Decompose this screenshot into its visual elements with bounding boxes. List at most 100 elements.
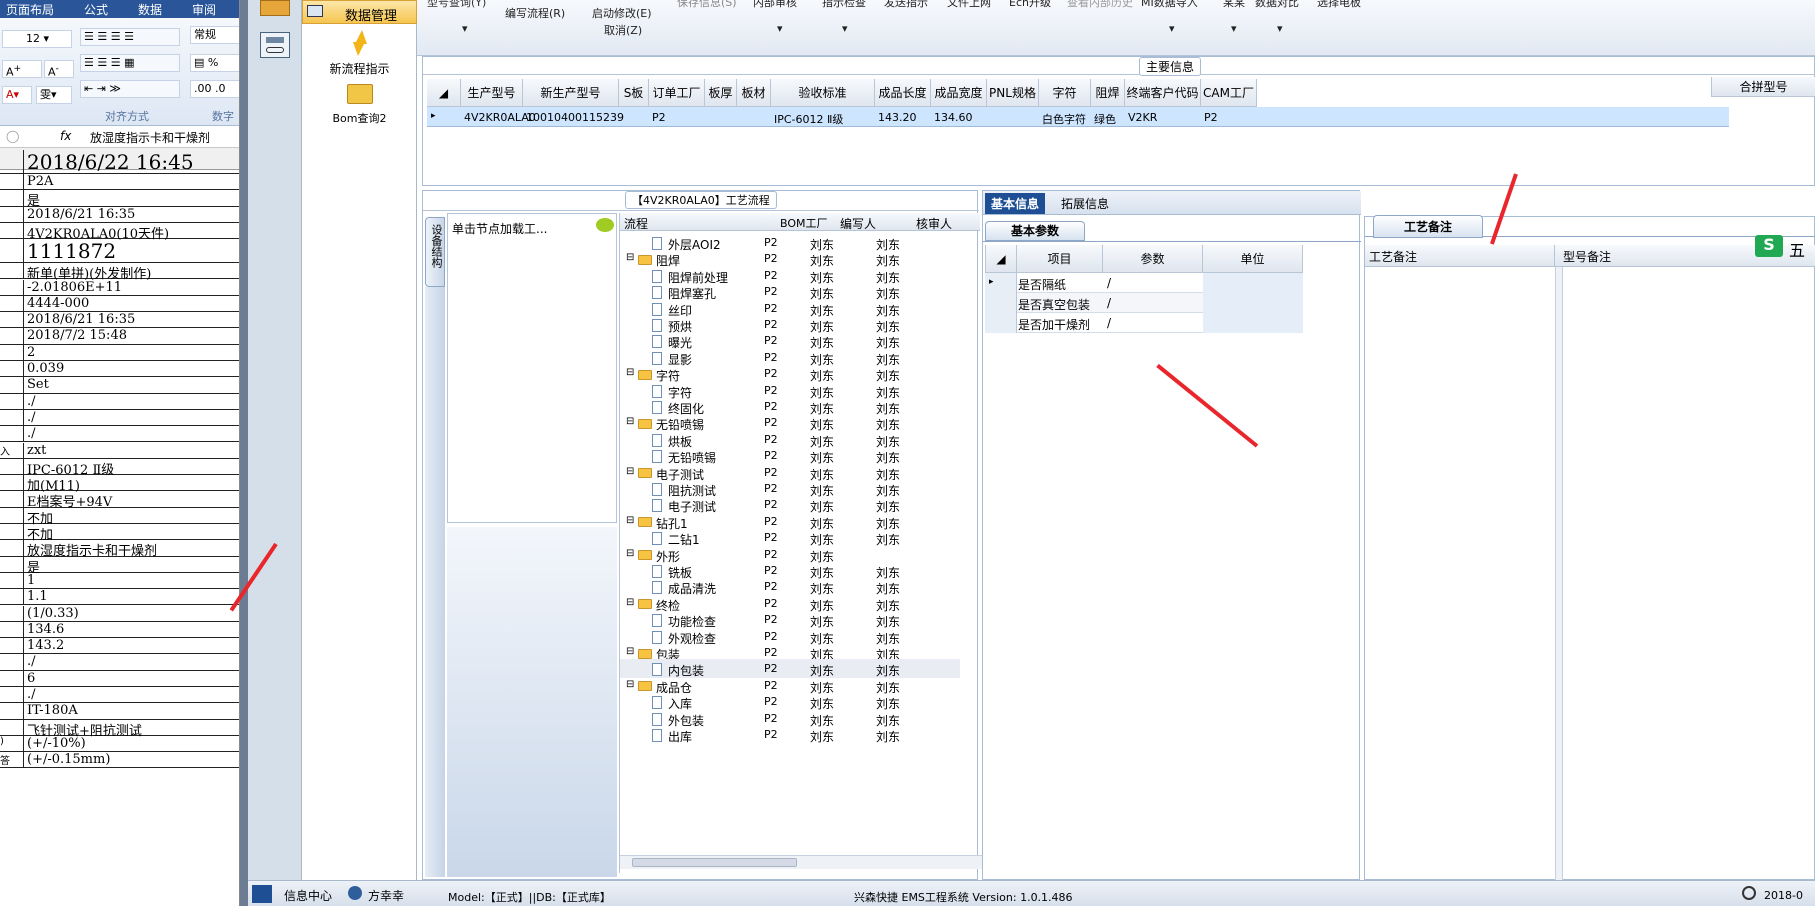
excel-row[interactable]: E档案号+94V <box>0 491 239 510</box>
tab-formula[interactable]: 公式 <box>84 1 108 18</box>
remark-scrollbar[interactable] <box>1555 267 1563 881</box>
excel-row[interactable]: 143.2 <box>0 638 239 655</box>
name-box-arrow[interactable]: ◯ <box>6 129 19 143</box>
excel-row[interactable]: 2018/6/22 16:45 <box>0 150 239 174</box>
tb-send[interactable]: 发送指示 <box>884 0 928 10</box>
device-icon[interactable] <box>260 32 290 58</box>
cell-value[interactable]: 134.6 <box>27 622 64 637</box>
excel-row[interactable]: (1/0.33) <box>0 605 239 622</box>
cell-value[interactable]: ./ <box>27 426 36 441</box>
table-cell[interactable]: IPC-6012 Ⅱ级 <box>774 111 843 127</box>
excel-row[interactable]: ./ <box>0 426 239 443</box>
cell-value[interactable]: 2 <box>27 345 35 360</box>
tab-review[interactable]: 审阅 <box>192 1 216 18</box>
excel-row[interactable]: 加(M11) <box>0 475 239 494</box>
nav-item-bom-query[interactable]: Bom查询2 <box>302 84 417 134</box>
tb-check[interactable]: 指示检查 <box>822 0 866 10</box>
tb-mi-import[interactable]: MI数据导入 <box>1141 0 1198 10</box>
excel-row[interactable]: 是 <box>0 556 239 576</box>
excel-row[interactable]: 6 <box>0 670 239 687</box>
cell-value[interactable]: 2018/6/22 16:45 <box>27 150 194 174</box>
tb-save-info[interactable]: 保存信息(S) <box>677 0 737 10</box>
align-top-buttons[interactable]: ☰ ☰ ☰ ☰ <box>80 28 180 46</box>
excel-row[interactable]: 答 (+/-0.15mm) <box>0 752 239 769</box>
phonetic-button[interactable]: 雯▾ <box>36 86 72 104</box>
collapse-icon[interactable]: ⊟ <box>626 367 634 378</box>
cell-value[interactable]: ./ <box>27 687 36 702</box>
scroll-thumb[interactable] <box>632 858 797 867</box>
excel-row[interactable]: IPC-6012 Ⅱ级 <box>0 458 239 478</box>
excel-row[interactable]: IT-180A <box>0 703 239 720</box>
excel-row[interactable]: 2018/6/21 16:35 <box>0 312 239 329</box>
tb-misc[interactable]: 某某 <box>1223 0 1245 10</box>
table-cell[interactable]: 134.60 <box>934 111 973 124</box>
tab-data[interactable]: 数据 <box>138 1 162 18</box>
col-header[interactable]: 板材 <box>737 79 771 107</box>
excel-row[interactable]: 0.039 <box>0 361 239 378</box>
table-cell[interactable]: P2 <box>652 111 666 124</box>
excel-row[interactable]: ./ <box>0 654 239 671</box>
param-value[interactable]: / <box>1107 316 1111 330</box>
align-horizontal-buttons[interactable]: ☰ ☰ ☰ ▦ <box>80 54 180 72</box>
excel-row[interactable]: 不加 <box>0 524 239 543</box>
tab-extended-info[interactable]: 拓展信息 <box>1061 195 1109 212</box>
collapse-icon[interactable]: ⊟ <box>626 548 634 559</box>
col-header[interactable]: 新生产型号 <box>523 79 619 107</box>
number-format-select[interactable]: 常规 <box>190 26 239 44</box>
param-value[interactable]: / <box>1107 296 1111 310</box>
excel-row[interactable]: 不加 <box>0 507 239 527</box>
excel-row[interactable]: -2.01806E+11 <box>0 279 239 296</box>
font-shrink-button[interactable]: A- <box>44 60 74 79</box>
cell-value[interactable]: P2A <box>27 174 53 189</box>
col-header[interactable]: 字符 <box>1039 79 1091 107</box>
cell-value[interactable]: 2018/6/21 16:35 <box>27 312 135 327</box>
excel-row[interactable]: 是 <box>0 190 239 209</box>
tab-basic-info[interactable]: 基本信息 <box>985 193 1046 214</box>
grid-icon[interactable] <box>252 885 272 903</box>
dropdown-arrow[interactable]: ▾ <box>842 22 848 35</box>
collapse-icon[interactable]: ⊟ <box>626 466 634 477</box>
calendar-icon[interactable] <box>260 0 290 16</box>
collapse-icon[interactable]: ⊟ <box>626 597 634 608</box>
indent-buttons[interactable]: ⇤ ⇥ ≫ <box>80 80 180 98</box>
decimal-button[interactable]: .00 .0 <box>190 80 239 98</box>
col-header[interactable]: 阻焊 <box>1091 79 1125 107</box>
tb-ecn[interactable]: Ecn升级 <box>1009 0 1051 10</box>
table-row[interactable]: 是否加干燥剂 / <box>985 313 1303 333</box>
cell-value[interactable]: 1.1 <box>27 589 48 604</box>
cell-value[interactable]: ./ <box>27 394 36 409</box>
col-header[interactable]: PNL规格 <box>987 79 1039 107</box>
excel-row[interactable]: 134.6 <box>0 621 239 639</box>
table-row[interactable]: 是否真空包装 / <box>985 293 1303 313</box>
font-color-button[interactable]: A▾ <box>2 86 32 104</box>
col-header[interactable]: 验收标准 <box>771 79 875 107</box>
collapse-icon[interactable]: ⊟ <box>626 416 634 427</box>
table-cell[interactable]: 白色字符 <box>1042 111 1086 127</box>
tree-node[interactable]: 出库 P2 刘东 刘东 <box>620 725 960 744</box>
excel-row[interactable]: ) (+/-10%) <box>0 735 239 753</box>
font-grow-button[interactable]: A+ <box>2 60 42 79</box>
excel-row[interactable]: 2 <box>0 344 239 361</box>
tab-process-remark[interactable]: 工艺备注 <box>1373 215 1484 238</box>
param-unit[interactable] <box>1203 313 1303 333</box>
cell-value[interactable]: 1 <box>27 573 35 588</box>
cell-value[interactable]: 6 <box>27 671 35 686</box>
cell-value[interactable]: 2018/6/21 16:35 <box>27 207 135 222</box>
cell-value[interactable]: ./ <box>27 410 36 425</box>
col-header[interactable]: 订单工厂 <box>649 79 705 107</box>
dropdown-arrow[interactable]: ▾ <box>462 22 468 35</box>
excel-row[interactable]: 2018/7/2 15:48 <box>0 328 239 345</box>
table-cell[interactable]: V2KR <box>1128 111 1157 124</box>
collapse-icon[interactable]: ⊟ <box>626 252 634 263</box>
excel-row[interactable]: 新单(单拼)(外发制作) <box>0 263 239 282</box>
cell-value[interactable]: 0.039 <box>27 361 64 376</box>
cell-value[interactable]: (1/0.33) <box>27 606 79 621</box>
excel-row[interactable]: 飞针测试+阻抗测试 <box>0 719 239 739</box>
table-cell[interactable]: 绿色 <box>1094 111 1116 127</box>
col-header[interactable]: 生产型号 <box>461 79 523 107</box>
table-cell[interactable]: 10010400115239 <box>526 111 624 124</box>
param-unit[interactable] <box>1203 273 1303 293</box>
row-selector[interactable] <box>985 313 1017 333</box>
excel-row[interactable]: ./ <box>0 393 239 410</box>
excel-row[interactable]: 入 zxt <box>0 442 239 459</box>
